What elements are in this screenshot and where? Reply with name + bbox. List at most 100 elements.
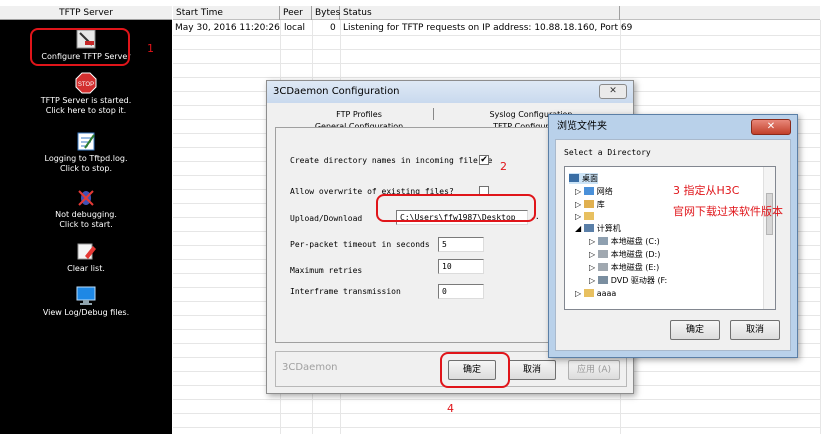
tree-item-label: 网络 [596, 187, 613, 196]
col-start-time[interactable]: Start Time [173, 6, 280, 20]
grid-divider [173, 399, 820, 400]
tree-scrollbar[interactable] [763, 167, 775, 309]
left-panel-header: TFTP Server [0, 6, 172, 20]
tree-item-label: 计算机 [596, 224, 621, 233]
tree-expander[interactable]: ◢ [575, 224, 581, 233]
log-table-header: Start Time Peer Bytes Status [173, 6, 820, 20]
annotation-step-1: 1 [147, 42, 154, 55]
folder-icon [583, 289, 594, 297]
annotation-box-1 [30, 28, 130, 66]
eraser-icon [77, 243, 96, 260]
server-status-line2: Click here to stop it. [45, 106, 127, 115]
grid-divider [173, 35, 820, 36]
folder-tree[interactable]: 桌面 ▷ 网络 ▷ 库 ▷ ◢ 计算机 ▷ 本地磁盘 (C:) ▷ 本地磁盘 (… [564, 166, 776, 310]
cell-start-time: May 30, 2016 11:20:26 [175, 23, 280, 33]
browse-folder-dialog: 浏览文件夹 ✕ Select a Directory 桌面 ▷ 网络 ▷ 库 ▷… [548, 114, 798, 358]
bug-icon [78, 190, 94, 206]
config-dialog-title: 3CDaemon Configuration [267, 81, 633, 103]
grid-divider [173, 49, 820, 50]
tree-expander[interactable]: ▷ [589, 237, 595, 246]
clear-list-button[interactable]: Clear list. [0, 240, 172, 274]
tree-item-label: 桌面 [582, 174, 598, 183]
tree-item-dvd[interactable]: ▷ DVD 驱动器 (F: [589, 275, 667, 286]
view-log-button[interactable]: View Log/Debug files. [0, 284, 172, 318]
annotation-box-4 [440, 352, 510, 388]
grid-divider [173, 63, 820, 64]
tree-expander[interactable]: ▷ [575, 212, 581, 221]
tree-expander[interactable]: ▷ [575, 200, 581, 209]
library-icon [583, 200, 594, 208]
drive-icon [597, 263, 608, 271]
stop-sign-icon: STOP [75, 72, 97, 94]
col-status[interactable]: Status [340, 6, 620, 20]
browse-cancel-button[interactable]: 取消 [730, 320, 780, 340]
close-icon[interactable]: ✕ [599, 84, 627, 99]
annotation-box-2 [376, 194, 536, 222]
network-icon [583, 187, 594, 195]
apply-button: 应用 (A) [568, 360, 620, 380]
close-icon[interactable]: ✕ [751, 119, 791, 135]
tree-item-computer[interactable]: ◢ 计算机 [575, 223, 621, 234]
tree-item-label: 本地磁盘 (C:) [610, 237, 660, 246]
tree-item-label: 库 [596, 200, 605, 209]
stop-tftp-server-button[interactable]: STOP TFTP Server is started. Click here … [0, 72, 172, 116]
tree-item-drive-e[interactable]: ▷ 本地磁盘 (E:) [589, 262, 659, 273]
desktop-icon [569, 174, 579, 182]
tree-expander[interactable]: ▷ [589, 250, 595, 259]
cancel-button[interactable]: 取消 [508, 360, 556, 380]
max-retries-input[interactable]: 10 [438, 259, 484, 274]
clear-list-label: Clear list. [67, 264, 105, 273]
annotation-step-2: 2 [500, 160, 507, 173]
tree-item-drive-c[interactable]: ▷ 本地磁盘 (C:) [589, 236, 660, 247]
create-dirs-label: Create directory names in incoming file … [290, 156, 493, 165]
system-drive-icon [597, 237, 608, 245]
grid-divider [173, 413, 820, 414]
tree-item-label: DVD 驱动器 (F: [610, 276, 668, 285]
timeout-input[interactable]: 5 [438, 237, 484, 252]
svg-text:STOP: STOP [78, 82, 94, 88]
tree-item-network[interactable]: ▷ 网络 [575, 186, 613, 197]
timeout-label: Per-packet timeout in seconds [290, 240, 430, 249]
debug-status-line2: Click to start. [59, 220, 113, 229]
tree-expander[interactable]: ▷ [575, 187, 581, 196]
tab-divider [433, 108, 434, 120]
browse-prompt: Select a Directory [564, 148, 651, 157]
cell-peer: local [284, 23, 305, 33]
col-peer[interactable]: Peer [280, 6, 312, 20]
annotation-step-3-line2: 官网下载过来软件版本 [673, 205, 783, 218]
interframe-input[interactable]: 0 [438, 284, 484, 299]
tree-expander[interactable]: ▷ [575, 289, 581, 298]
tab-ftp-profiles[interactable]: FTP Profiles [285, 109, 433, 121]
tree-item-library[interactable]: ▷ 库 [575, 199, 605, 210]
notepad-icon [77, 132, 95, 151]
create-dirs-checkbox[interactable]: ✔ [479, 155, 489, 165]
tree-expander[interactable]: ▷ [589, 263, 595, 272]
table-row[interactable]: May 30, 2016 11:20:26 local 0 Listening … [173, 21, 820, 35]
grid-divider [173, 427, 820, 428]
browse-dialog-body: Select a Directory 桌面 ▷ 网络 ▷ 库 ▷ ◢ 计算机 ▷… [555, 139, 791, 351]
logging-status-line1: Logging to Tftpd.log. [44, 154, 128, 163]
monitor-icon [76, 286, 96, 305]
cell-bytes: 0 [330, 23, 336, 33]
left-panel: Configure TFTP Server STOP TFTP Server i… [0, 20, 172, 434]
drive-icon [597, 250, 608, 258]
cell-status: Listening for TFTP requests on IP addres… [343, 23, 633, 33]
browse-ok-button[interactable]: 确定 [670, 320, 720, 340]
tree-item-aaaa[interactable]: ▷ aaaa [575, 288, 616, 299]
logging-toggle-button[interactable]: Logging to Tftpd.log. Click to stop. [0, 130, 172, 174]
computer-icon [583, 224, 594, 232]
tree-item-label: aaaa [596, 289, 617, 298]
tree-item-user[interactable]: ▷ [575, 211, 597, 222]
tree-item-drive-d[interactable]: ▷ 本地磁盘 (D:) [589, 249, 660, 260]
tree-item-desktop[interactable]: 桌面 [569, 173, 598, 184]
tree-expander[interactable]: ▷ [589, 276, 595, 285]
debugging-toggle-button[interactable]: Not debugging. Click to start. [0, 186, 172, 230]
interframe-label: Interframe transmission [290, 287, 401, 296]
col-bytes[interactable]: Bytes [312, 6, 340, 20]
server-status-line1: TFTP Server is started. [40, 96, 132, 105]
logging-status-line2: Click to stop. [60, 164, 112, 173]
debug-status-line1: Not debugging. [55, 210, 117, 219]
grid-divider [173, 77, 820, 78]
view-log-label: View Log/Debug files. [42, 308, 130, 317]
annotation-step-4: 4 [447, 402, 454, 415]
